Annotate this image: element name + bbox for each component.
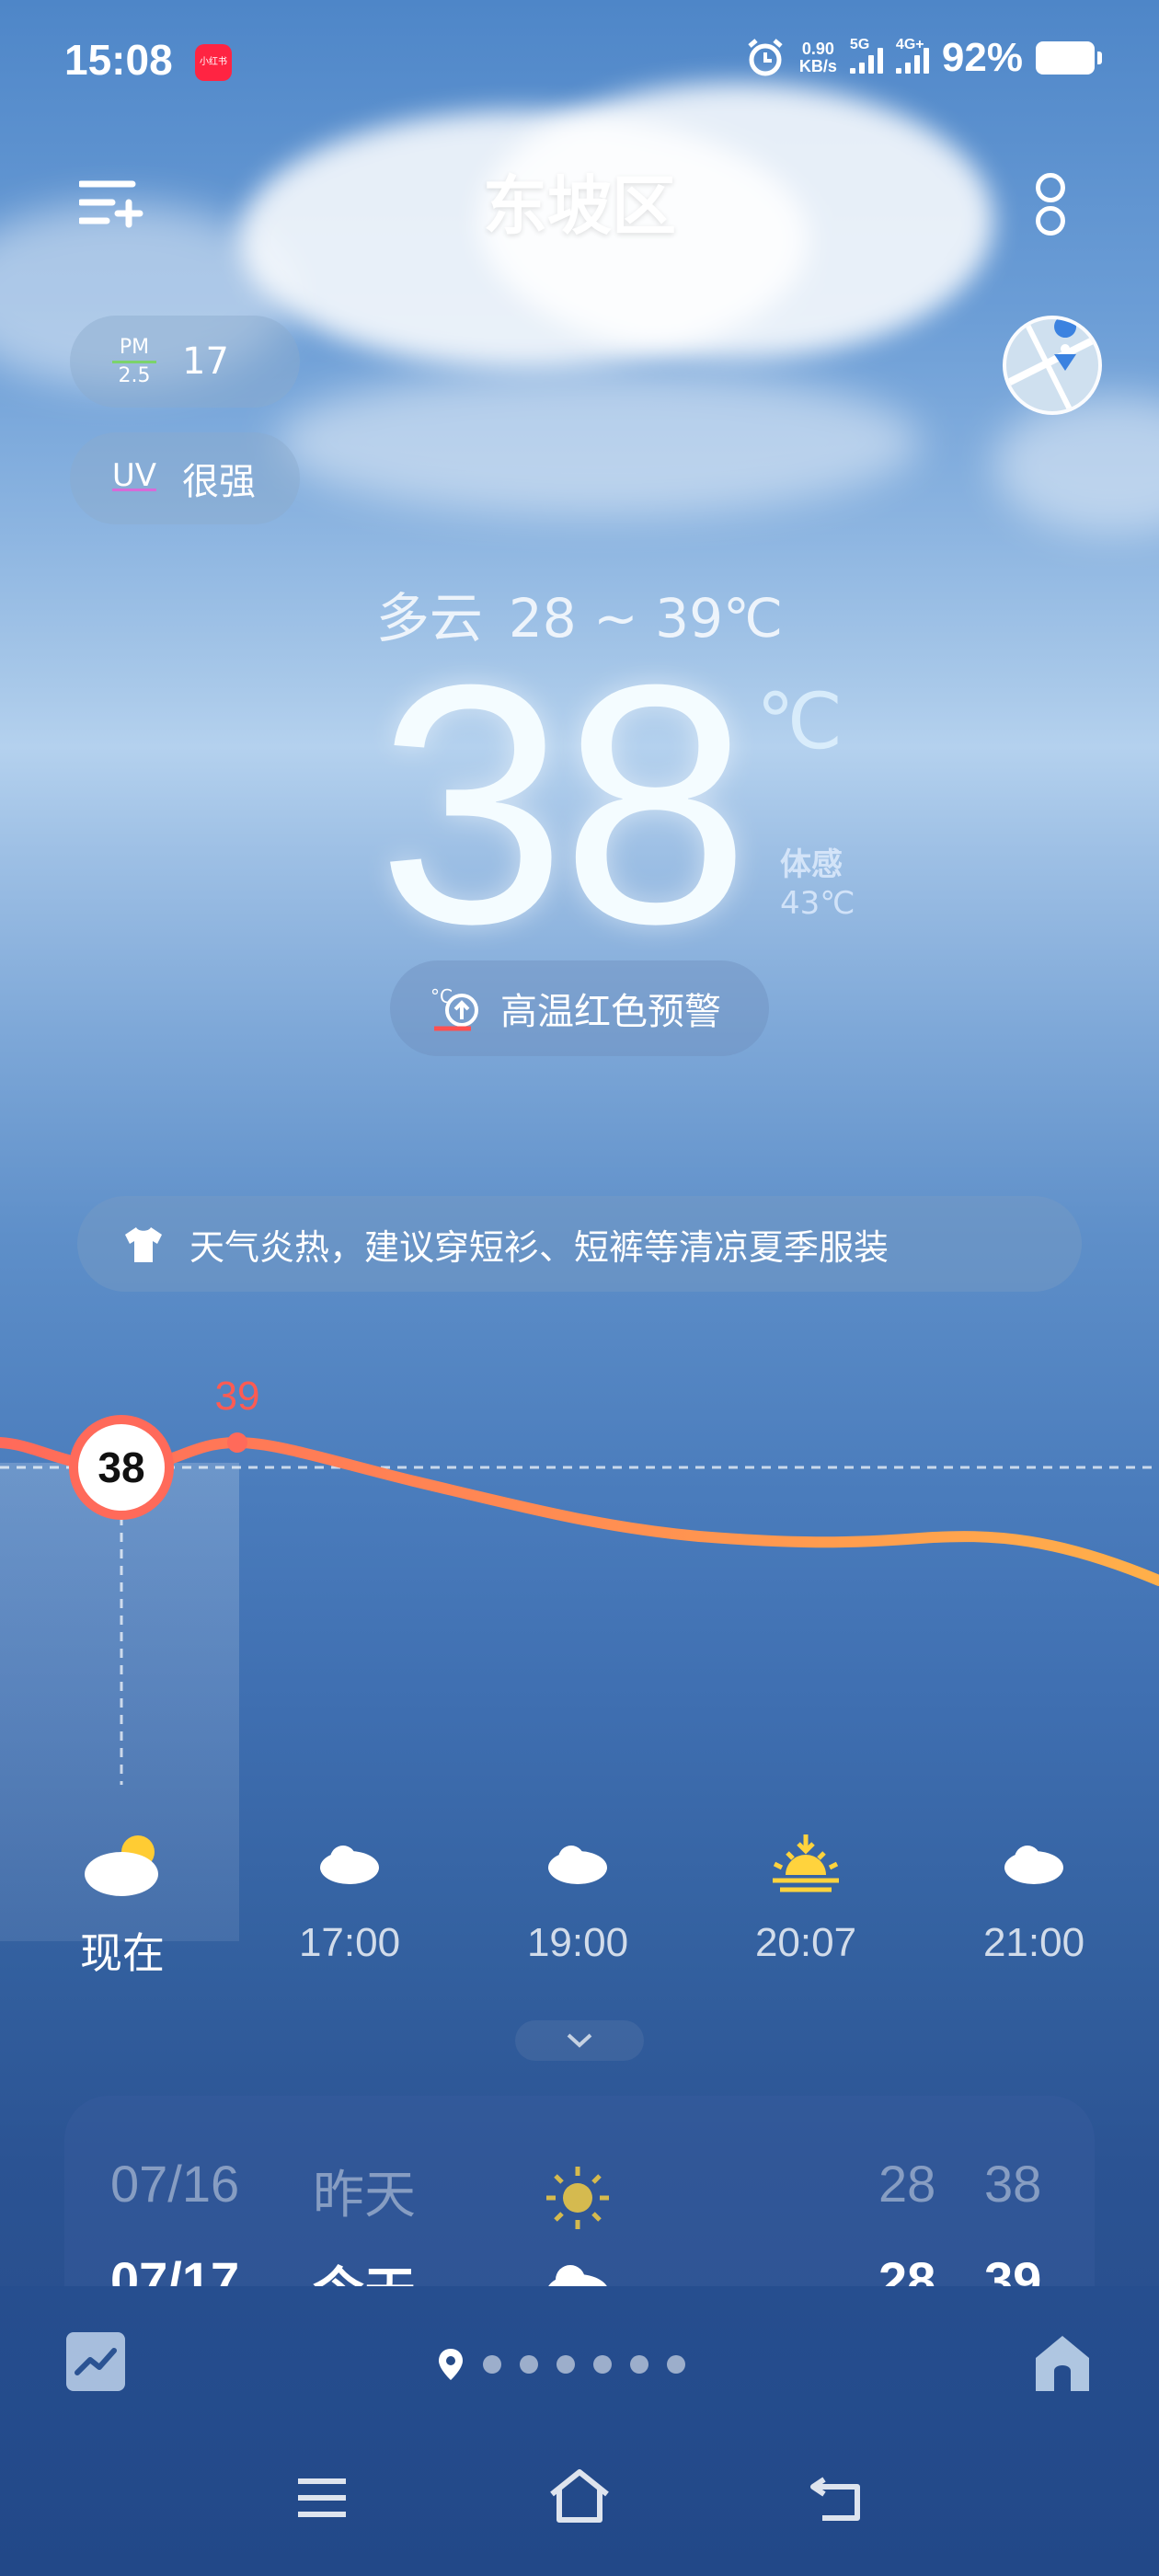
daily-high: 39 xyxy=(984,2251,1042,2286)
hour-time: 17:00 xyxy=(298,1920,401,1965)
battery-percent: 92% xyxy=(941,35,1023,80)
page-dot xyxy=(593,2355,612,2374)
pm25-label: PM 2.5 xyxy=(107,335,162,387)
pm-label-top: PM xyxy=(119,335,150,359)
uv-chip[interactable]: UV 很强 xyxy=(70,432,300,524)
feels-like-label: 体感 xyxy=(780,846,843,883)
alarm-icon xyxy=(748,39,783,76)
hourly-temperature-curve: 39 38 xyxy=(0,1374,1159,1785)
status-time: 15:08 xyxy=(64,36,173,84)
pm25-value: 17 xyxy=(182,340,229,383)
hour-item[interactable]: 19:00 xyxy=(486,1826,670,1966)
page-dot xyxy=(630,2355,648,2374)
uv-label-text: UV xyxy=(111,456,157,494)
pm25-chip[interactable]: PM 2.5 17 xyxy=(70,316,300,408)
city-page-indicator[interactable] xyxy=(437,2347,685,2382)
daily-low: 28 xyxy=(878,2155,936,2213)
cloud-icon xyxy=(548,1846,607,1884)
expand-hourly-button[interactable] xyxy=(515,2020,644,2061)
pm-good-bar xyxy=(112,360,156,363)
system-navigation-bar xyxy=(0,2461,1159,2535)
daily-forecast-list[interactable]: 07/16 昨天 28 38 07/17 今天 28 39 xyxy=(64,2096,1095,2286)
uv-label: UV xyxy=(107,456,162,494)
weather-screen: 15:08 小红书 0.90 KB/s 5G 4G+ 92% 东坡区 PM 2.… xyxy=(0,0,1159,2576)
page-dot xyxy=(557,2355,575,2374)
daily-high: 38 xyxy=(984,2155,1042,2213)
temperature-curve xyxy=(0,1436,1159,1586)
city-title[interactable]: 东坡区 xyxy=(0,155,1159,247)
cloud-decoration xyxy=(276,368,920,515)
back-button[interactable] xyxy=(800,2461,874,2535)
home-icon xyxy=(550,2469,609,2523)
clothing-tip[interactable]: 天气炎热，建议穿短衫、短裤等清凉夏季服装 xyxy=(77,1196,1082,1292)
house-icon xyxy=(1036,2336,1089,2391)
cloud-icon xyxy=(548,2265,607,2286)
net-speed-unit: KB/s xyxy=(798,57,837,75)
peak-temp-label: 39 xyxy=(215,1374,260,1419)
back-icon xyxy=(810,2477,860,2521)
daily-day-name: 昨天 xyxy=(313,2166,416,2225)
sim1-type: 5G xyxy=(849,37,870,52)
hour-time: 19:00 xyxy=(526,1920,629,1965)
page-dot xyxy=(520,2355,538,2374)
location-pin-icon xyxy=(439,2349,463,2380)
tshirt-icon xyxy=(125,1227,162,1262)
trend-chart-icon xyxy=(75,2348,117,2375)
menu-icon xyxy=(298,2478,346,2517)
map-button[interactable] xyxy=(1003,316,1102,415)
hour-item-now[interactable]: 现在 xyxy=(30,1826,214,1981)
alert-text: 高温红色预警 xyxy=(500,991,721,1033)
daily-low: 28 xyxy=(878,2251,936,2286)
status-bar: 15:08 小红书 0.90 KB/s 5G 4G+ 92% xyxy=(0,0,1159,120)
sunset-icon xyxy=(773,1834,839,1892)
high-temp-warning-icon: °C xyxy=(430,985,478,1031)
uv-value: 很强 xyxy=(182,461,256,503)
recent-apps-button[interactable] xyxy=(285,2461,359,2535)
cloud-icon xyxy=(320,1846,379,1884)
page-dot xyxy=(483,2355,501,2374)
page-dot xyxy=(667,2355,685,2374)
battery-icon xyxy=(1036,41,1102,75)
daily-date: 07/17 xyxy=(110,2251,240,2286)
net-speed: 0.90 KB/s xyxy=(799,40,837,75)
daily-row-yesterday[interactable]: 07/16 昨天 28 38 xyxy=(64,2137,1095,2229)
sim2-type: 4G+ xyxy=(895,37,924,52)
more-icon xyxy=(1036,173,1065,202)
partly-cloudy-icon xyxy=(85,1835,158,1896)
weather-home-button[interactable] xyxy=(1030,2330,1095,2395)
daily-date: 07/16 xyxy=(110,2155,240,2213)
hour-item[interactable]: 17:00 xyxy=(258,1826,442,1966)
hour-time: 21:00 xyxy=(982,1920,1085,1965)
temperature-unit: ℃ xyxy=(756,676,843,766)
cloud-decoration xyxy=(993,396,1159,534)
hour-time: 20:07 xyxy=(754,1920,857,1965)
now-temp-label: 38 xyxy=(98,1443,144,1491)
hour-time: 现在 xyxy=(80,1928,165,1978)
hour-item[interactable]: 21:00 xyxy=(942,1826,1126,1966)
peak-point xyxy=(227,1432,247,1453)
more-icon xyxy=(1036,206,1065,236)
daily-row-today[interactable]: 07/17 今天 28 39 xyxy=(64,2234,1095,2286)
net-speed-value: 0.90 xyxy=(801,40,834,58)
more-button[interactable] xyxy=(1027,167,1071,241)
signal-sim1: 5G xyxy=(849,37,883,74)
current-temperature: 38 xyxy=(377,615,751,995)
cloud-icon xyxy=(1004,1846,1063,1884)
xiaohongshu-app-icon: 小红书 xyxy=(195,44,232,81)
pm-label-bottom: 2.5 xyxy=(118,363,151,387)
home-button[interactable] xyxy=(543,2461,616,2535)
trend-button[interactable] xyxy=(66,2332,125,2391)
feels-like-value: 43℃ xyxy=(780,885,855,922)
heat-alert-button[interactable]: °C 高温红色预警 xyxy=(390,960,769,1056)
bottom-bar xyxy=(0,2286,1159,2576)
sun-icon xyxy=(546,2167,609,2229)
map-location-icon xyxy=(1006,319,1098,411)
daily-day-name: 今天 xyxy=(313,2250,416,2286)
chevron-down-icon xyxy=(567,2033,592,2048)
signal-sim2: 4G+ xyxy=(895,37,929,74)
clothing-tip-text: 天气炎热，建议穿短衫、短裤等清凉夏季服装 xyxy=(189,1226,889,1268)
hour-item[interactable]: 20:07 xyxy=(714,1826,898,1966)
